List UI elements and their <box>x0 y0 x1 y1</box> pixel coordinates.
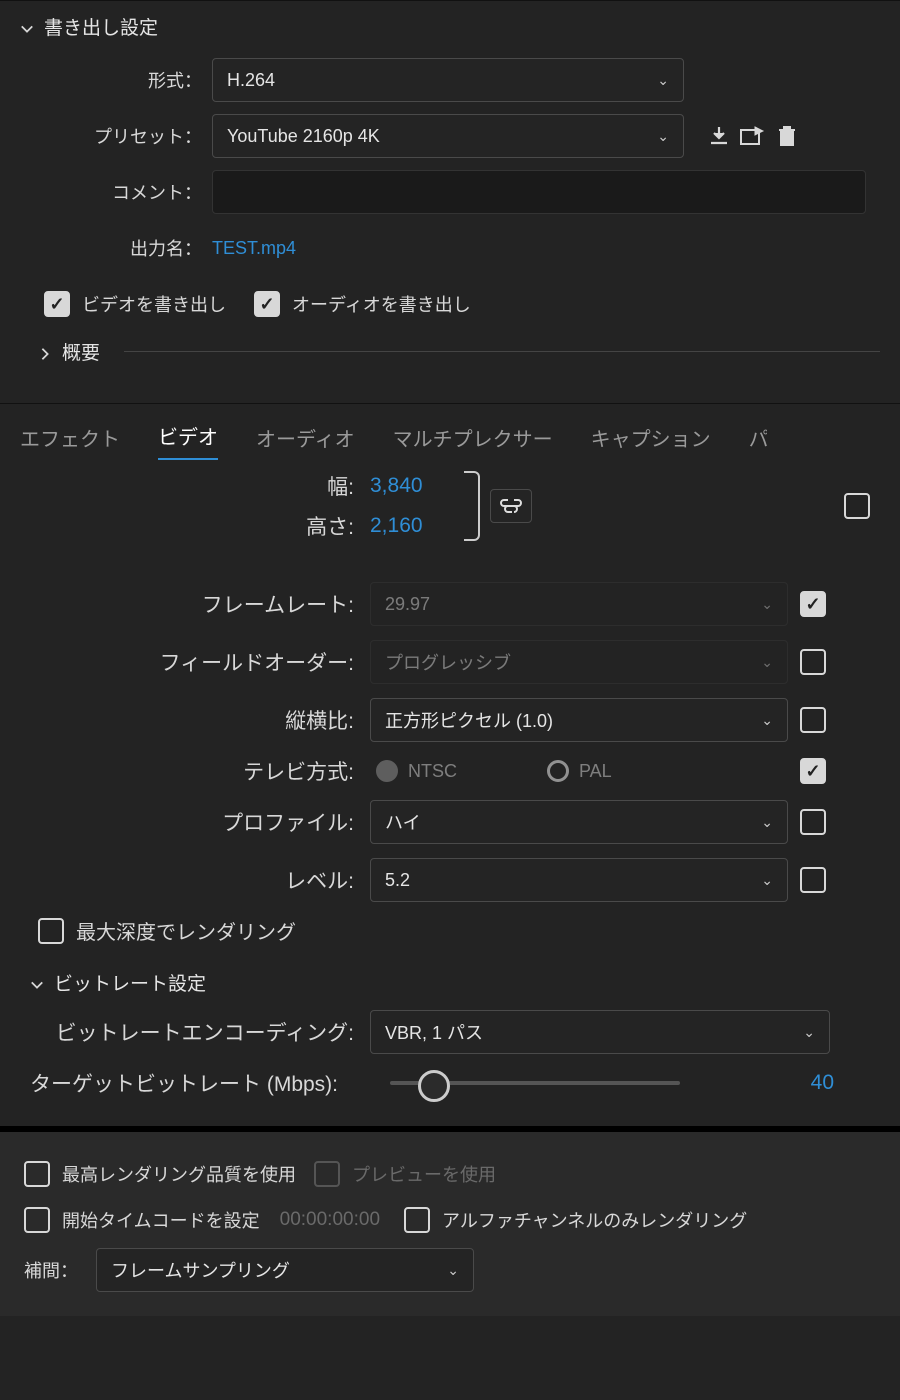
chevron-down-icon: ⌄ <box>761 814 773 831</box>
target-bitrate-value[interactable]: 40 <box>811 1071 834 1094</box>
ntsc-radio: NTSC <box>376 760 457 782</box>
set-start-timecode-label: 開始タイムコードを設定 <box>62 1207 260 1233</box>
tab-effects[interactable]: エフェクト <box>20 423 120 460</box>
max-depth-checkbox[interactable]: 最大深度でレンダリング <box>38 916 296 945</box>
chevron-down-icon: ⌄ <box>761 872 773 889</box>
max-depth-label: 最大深度でレンダリング <box>76 916 296 945</box>
output-name-label: 出力名： <box>20 235 212 261</box>
dimensions-match-source-checkbox[interactable] <box>844 493 870 519</box>
summary-label: 概要 <box>62 338 100 365</box>
preset-dropdown[interactable]: YouTube 2160p 4K ⌄ <box>212 114 684 158</box>
level-value: 5.2 <box>385 870 410 891</box>
timecode-value: 00:00:00:00 <box>280 1209 380 1231</box>
chevron-down-icon: ⌄ <box>657 72 669 89</box>
interpolation-dropdown[interactable]: フレームサンプリング ⌄ <box>96 1248 474 1292</box>
aspect-value: 正方形ピクセル (1.0) <box>385 707 553 733</box>
bitrate-encoding-label: ビットレートエンコーディング: <box>30 1017 370 1047</box>
target-bitrate-slider[interactable] <box>390 1081 680 1085</box>
chevron-down-icon: ⌄ <box>657 128 669 145</box>
bitrate-encoding-value: VBR, 1 パス <box>385 1019 483 1045</box>
export-settings-header[interactable]: 書き出し設定 <box>20 13 880 40</box>
tab-audio[interactable]: オーディオ <box>256 423 355 460</box>
profile-label: プロファイル: <box>30 807 370 837</box>
summary-header[interactable]: 概要 <box>38 338 880 365</box>
bitrate-header[interactable]: ビットレート設定 <box>30 969 870 996</box>
comment-input[interactable] <box>212 170 866 214</box>
framerate-match-source-checkbox[interactable] <box>800 591 826 617</box>
aspect-label: 縦横比: <box>30 705 370 735</box>
level-dropdown[interactable]: 5.2 ⌄ <box>370 858 788 902</box>
fieldorder-label: フィールドオーダー: <box>30 647 370 677</box>
bitrate-encoding-dropdown[interactable]: VBR, 1 パス ⌄ <box>370 1010 830 1054</box>
chevron-down-icon <box>30 976 44 990</box>
export-video-label: ビデオを書き出し <box>82 291 226 317</box>
tv-label: テレビ方式: <box>30 756 370 786</box>
framerate-value: 29.97 <box>385 594 430 615</box>
format-value: H.264 <box>227 70 275 91</box>
pal-label: PAL <box>579 761 612 782</box>
link-dimensions-icon[interactable] <box>490 489 532 523</box>
chevron-down-icon: ⌄ <box>761 596 773 613</box>
framerate-dropdown: 29.97 ⌄ <box>370 582 788 626</box>
tab-caption[interactable]: キャプション <box>591 423 711 460</box>
alpha-only-label: アルファチャンネルのみレンダリング <box>442 1207 747 1233</box>
set-start-timecode-checkbox[interactable]: 開始タイムコードを設定 <box>24 1207 260 1233</box>
export-video-checkbox[interactable]: ビデオを書き出し <box>44 291 226 317</box>
profile-value: ハイ <box>385 809 421 835</box>
level-label: レベル: <box>30 865 370 895</box>
preset-value: YouTube 2160p 4K <box>227 126 380 147</box>
format-label: 形式： <box>20 67 212 93</box>
pal-radio: PAL <box>547 760 612 782</box>
chevron-down-icon <box>20 20 34 34</box>
trash-icon[interactable] <box>770 119 804 153</box>
profile-match-source-checkbox[interactable] <box>800 809 826 835</box>
chevron-down-icon: ⌄ <box>761 712 773 729</box>
height-value[interactable]: 2,160 <box>370 514 423 538</box>
fieldorder-match-source-checkbox[interactable] <box>800 649 826 675</box>
ntsc-label: NTSC <box>408 761 457 782</box>
export-settings-title: 書き出し設定 <box>44 13 158 40</box>
import-preset-icon[interactable] <box>702 119 736 153</box>
aspect-dropdown[interactable]: 正方形ピクセル (1.0) ⌄ <box>370 698 788 742</box>
use-preview-label: プレビューを使用 <box>352 1161 496 1187</box>
max-render-quality-label: 最高レンダリング品質を使用 <box>62 1161 296 1187</box>
level-match-source-checkbox[interactable] <box>800 867 826 893</box>
tab-multiplexer[interactable]: マルチプレクサー <box>393 423 553 460</box>
export-audio-checkbox[interactable]: オーディオを書き出し <box>254 291 471 317</box>
chevron-down-icon: ⌄ <box>803 1024 815 1041</box>
tv-match-source-checkbox[interactable] <box>800 758 826 784</box>
tab-video[interactable]: ビデオ <box>158 421 218 460</box>
max-render-quality-checkbox[interactable]: 最高レンダリング品質を使用 <box>24 1161 296 1187</box>
chevron-down-icon: ⌄ <box>761 654 773 671</box>
format-dropdown[interactable]: H.264 ⌄ <box>212 58 684 102</box>
width-label: 幅: <box>30 471 370 501</box>
divider <box>124 351 880 352</box>
save-preset-icon[interactable] <box>736 119 770 153</box>
bitrate-title: ビットレート設定 <box>54 969 206 996</box>
width-value[interactable]: 3,840 <box>370 474 423 498</box>
fieldorder-value: プログレッシブ <box>385 649 511 675</box>
profile-dropdown[interactable]: ハイ ⌄ <box>370 800 788 844</box>
output-name-link[interactable]: TEST.mp4 <box>212 238 296 259</box>
target-bitrate-label: ターゲットビットレート (Mbps): <box>30 1068 370 1098</box>
comment-label: コメント： <box>20 179 212 205</box>
interpolation-label: 補間： <box>24 1257 78 1283</box>
export-audio-label: オーディオを書き出し <box>292 291 471 317</box>
alpha-only-checkbox[interactable]: アルファチャンネルのみレンダリング <box>404 1207 747 1233</box>
interpolation-value: フレームサンプリング <box>111 1257 290 1283</box>
aspect-match-source-checkbox[interactable] <box>800 707 826 733</box>
chevron-right-icon <box>38 345 52 359</box>
use-preview-checkbox: プレビューを使用 <box>314 1161 496 1187</box>
tab-truncated[interactable]: パ <box>749 423 767 460</box>
preset-label: プリセット： <box>20 123 212 149</box>
fieldorder-dropdown: プログレッシブ ⌄ <box>370 640 788 684</box>
link-bracket <box>460 471 480 541</box>
height-label: 高さ: <box>30 511 370 541</box>
framerate-label: フレームレート: <box>30 589 370 619</box>
chevron-down-icon: ⌄ <box>447 1262 459 1279</box>
